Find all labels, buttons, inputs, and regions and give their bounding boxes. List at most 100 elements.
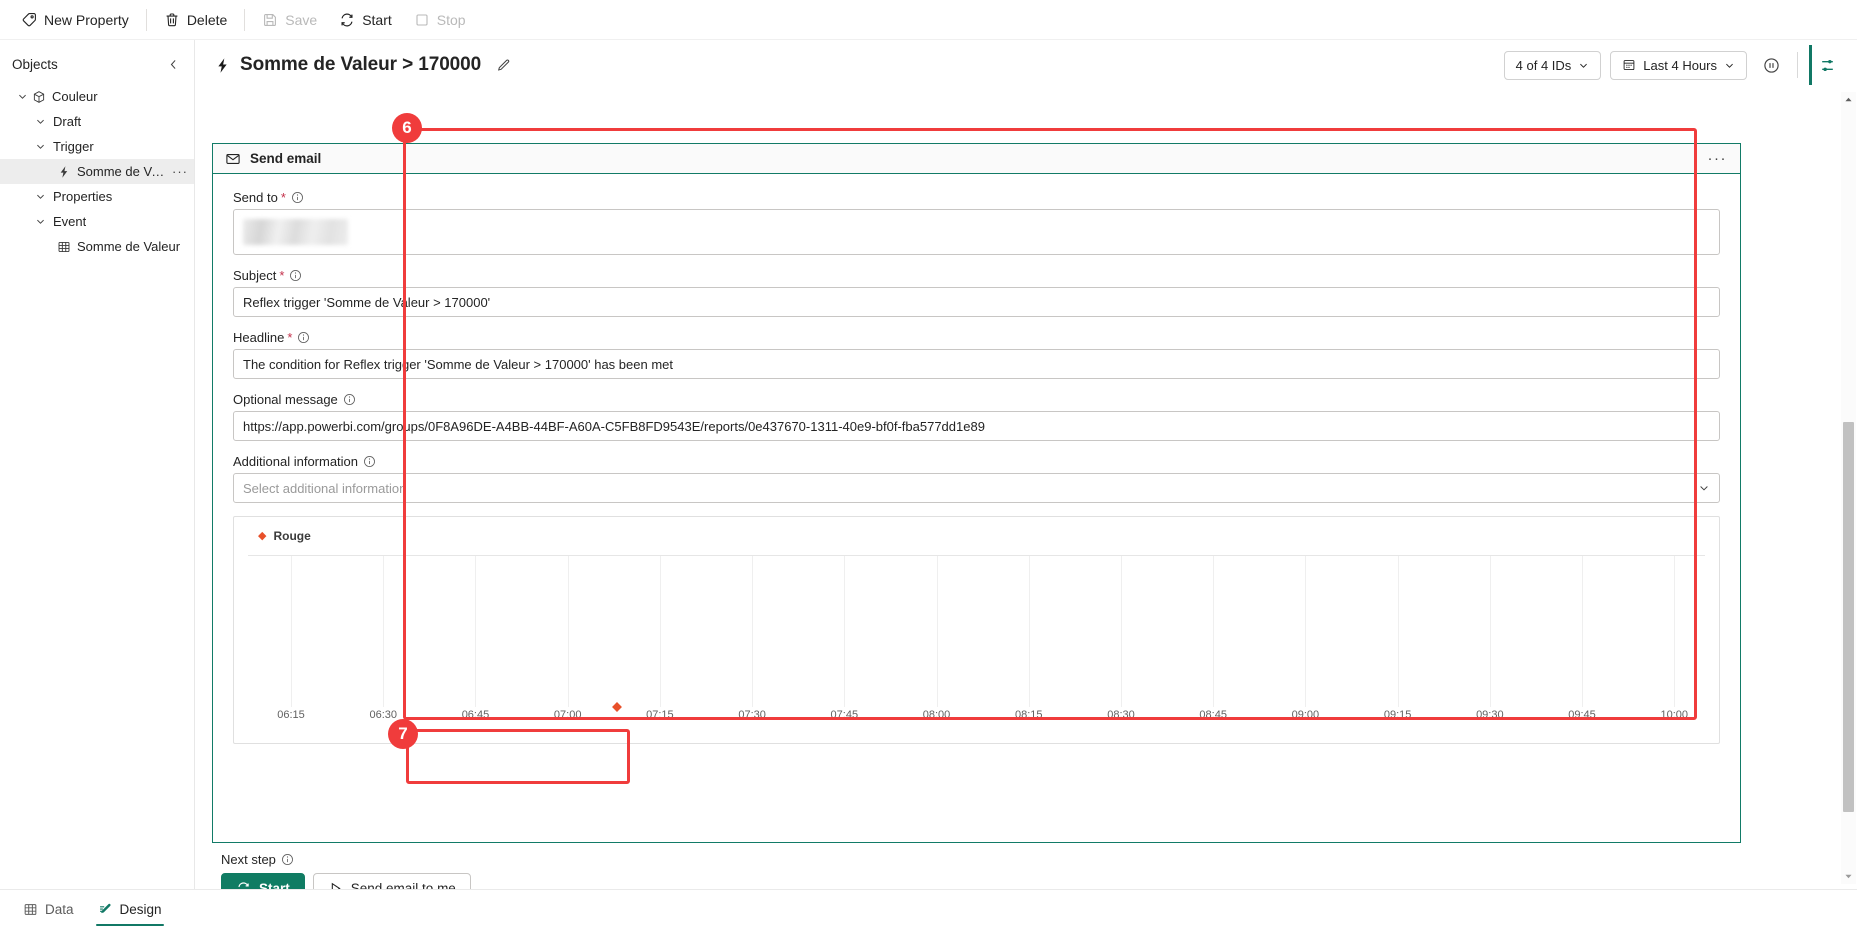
chart-plot-area[interactable]: [248, 555, 1705, 712]
card-title: Send email: [250, 151, 322, 166]
chart-gridline: [844, 556, 846, 707]
chevron-down-icon[interactable]: [14, 89, 30, 105]
tab-design[interactable]: Design: [89, 896, 171, 926]
tree-item-somme-de-valeur-trigger[interactable]: Somme de Val... ···: [0, 159, 194, 184]
toolbar-divider-2: [244, 8, 246, 31]
headline-input[interactable]: The condition for Reflex trigger 'Somme …: [233, 349, 1720, 379]
chart-gridline: [1305, 556, 1307, 707]
chart-gridline: [1120, 556, 1122, 707]
sidebar-title: Objects: [12, 56, 58, 72]
chevron-down-icon[interactable]: [32, 114, 48, 130]
tree-item-more-button[interactable]: ···: [168, 164, 188, 179]
sidebar-header: Objects: [0, 48, 194, 80]
card-header: Send email ···: [213, 144, 1740, 174]
field-subject: Subject * Reflex trigger 'Somme de Valeu…: [233, 268, 1720, 317]
card-more-button[interactable]: ···: [1705, 150, 1731, 167]
x-axis-tick-label: 09:15: [1383, 709, 1412, 721]
tree-item-label: Event: [53, 214, 87, 229]
page-title: Somme de Valeur > 170000: [240, 54, 482, 75]
tree-item-event[interactable]: Event: [0, 209, 194, 234]
info-icon[interactable]: [291, 191, 304, 204]
tab-data-label: Data: [45, 902, 74, 917]
id-filter-dropdown[interactable]: 4 of 4 IDs: [1503, 50, 1602, 80]
tree-item-label: Trigger: [53, 139, 94, 154]
stop-button: Stop: [403, 5, 477, 35]
additional-information-placeholder: Select additional information: [243, 480, 407, 496]
headline-label-row: Headline *: [233, 330, 1720, 345]
calendar-icon: [1622, 58, 1636, 72]
info-icon[interactable]: [363, 455, 376, 468]
next-step-label: Next step: [221, 852, 276, 867]
time-range-dropdown[interactable]: Last 4 Hours: [1610, 50, 1747, 80]
additional-information-select[interactable]: Select additional information: [233, 473, 1720, 503]
send-to-label-row: Send to *: [233, 190, 1720, 205]
send-to-input[interactable]: [233, 209, 1720, 255]
x-axis-tick-label: 07:45: [830, 709, 859, 721]
bolt-icon: [55, 164, 72, 180]
tag-icon: [21, 12, 37, 28]
info-icon[interactable]: [289, 269, 302, 282]
tree-item-trigger[interactable]: Trigger: [0, 134, 194, 159]
trash-icon: [164, 12, 180, 28]
tree-item-label: Somme de Val...: [77, 164, 168, 179]
tree-item-properties[interactable]: Properties: [0, 184, 194, 209]
bolt-icon: [213, 56, 231, 74]
tab-data[interactable]: Data: [14, 896, 83, 924]
x-axis-tick-label: 06:15: [277, 709, 305, 721]
x-axis-tick-label: 07:30: [738, 709, 766, 721]
legend-diamond-marker: ◆: [258, 529, 267, 542]
main-canvas: Somme de Valeur > 170000 4 of 4 IDs Last…: [195, 40, 1857, 903]
caret-down-icon[interactable]: [1841, 869, 1856, 884]
additional-information-label-row: Additional information: [233, 454, 1720, 469]
chevron-down-icon[interactable]: [1698, 482, 1710, 494]
page-header: Somme de Valeur > 170000 4 of 4 IDs Last…: [195, 40, 1857, 90]
required-marker: *: [287, 330, 293, 345]
tree-item-label: Couleur: [52, 89, 98, 104]
save-icon: [262, 12, 278, 28]
tree-item-somme-de-valeur-event[interactable]: Somme de Valeur: [0, 234, 194, 259]
start-button[interactable]: Start: [328, 5, 403, 35]
info-icon[interactable]: [297, 331, 310, 344]
pencil-icon[interactable]: [490, 52, 516, 78]
start-label: Start: [362, 11, 392, 28]
tree-item-couleur[interactable]: Couleur: [0, 84, 194, 109]
info-icon[interactable]: [343, 393, 356, 406]
chart-gridline: [1489, 556, 1491, 707]
chevron-left-icon: [170, 59, 176, 69]
save-label: Save: [285, 11, 318, 28]
chevron-down-icon[interactable]: [32, 214, 48, 230]
sliders-icon[interactable]: [1809, 45, 1843, 85]
tree-item-draft[interactable]: Draft: [0, 109, 194, 134]
subject-input[interactable]: Reflex trigger 'Somme de Valeur > 170000…: [233, 287, 1720, 317]
x-axis-tick-label: 09:00: [1291, 709, 1320, 721]
annotation-badge-6: 6: [392, 113, 422, 143]
pause-icon[interactable]: [1756, 50, 1786, 80]
save-button: Save: [251, 5, 328, 35]
objects-sidebar: Objects Couleur Draft Trigger Somme de V…: [0, 40, 195, 889]
command-toolbar: New Property Delete Save Start Stop: [0, 0, 1857, 40]
tab-design-label: Design: [119, 902, 162, 917]
vertical-scrollbar[interactable]: [1841, 92, 1856, 884]
sidebar-collapse-button[interactable]: [162, 53, 184, 75]
optional-message-label-row: Optional message: [233, 392, 1720, 407]
legend-label: Rouge: [273, 529, 311, 543]
caret-up-icon[interactable]: [1841, 92, 1856, 107]
optional-message-label: Optional message: [233, 392, 338, 407]
chart-gridline: [936, 556, 938, 707]
info-icon[interactable]: [281, 853, 294, 866]
chevron-down-icon[interactable]: [32, 139, 48, 155]
new-property-button[interactable]: New Property: [10, 5, 140, 35]
toolbar-divider-1: [145, 8, 147, 31]
x-axis-tick-label: 08:00: [922, 709, 951, 721]
optional-message-input[interactable]: https://app.powerbi.com/groups/0F8A96DE-…: [233, 411, 1720, 441]
status-bar: Data Design: [0, 889, 1857, 929]
delete-button[interactable]: Delete: [153, 5, 238, 35]
scrollbar-thumb[interactable]: [1843, 422, 1854, 812]
x-axis-tick-label: 08:30: [1107, 709, 1135, 721]
x-axis-tick-label: 08:45: [1199, 709, 1227, 721]
time-range-label: Last 4 Hours: [1643, 57, 1717, 73]
chart-gridline: [383, 556, 385, 707]
chart-gridline: [567, 556, 569, 707]
recipient-chip-redacted: [243, 219, 348, 245]
chevron-down-icon[interactable]: [32, 189, 48, 205]
